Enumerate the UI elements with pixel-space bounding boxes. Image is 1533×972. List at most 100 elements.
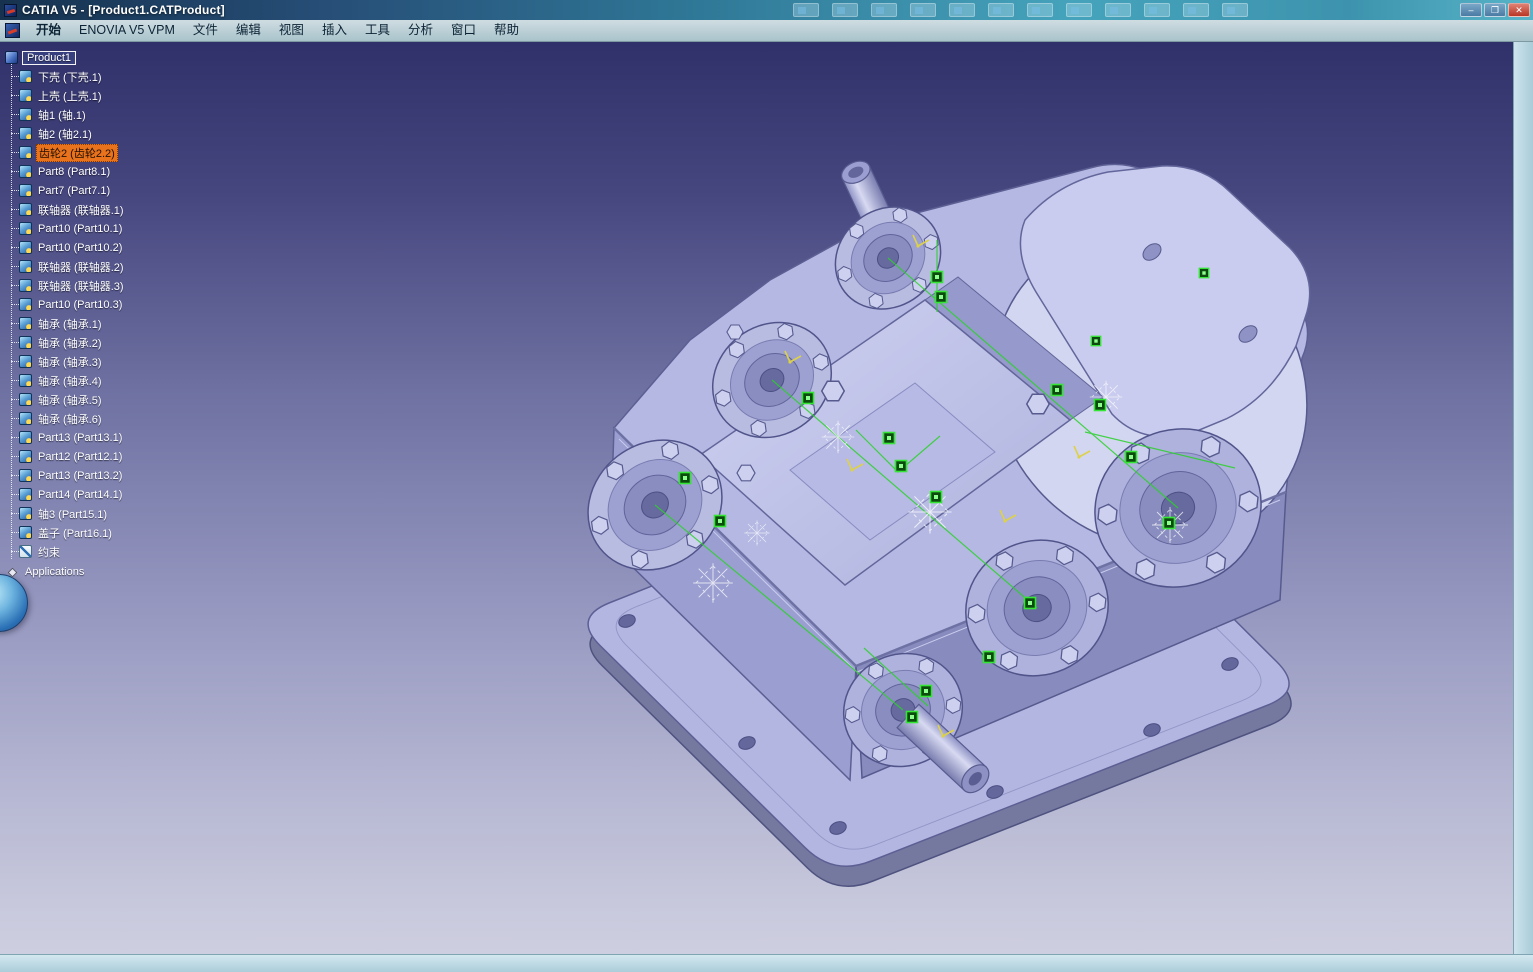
tree-item-4[interactable]: 齿轮2 (齿轮2.2) xyxy=(5,143,126,162)
part-icon xyxy=(19,393,32,406)
ghost-toolbar-icon xyxy=(988,3,1014,17)
ghost-toolbar-icon xyxy=(793,3,819,17)
tree-item-22[interactable]: Part14 (Part14.1) xyxy=(5,485,126,504)
ghost-toolbar-icon xyxy=(1144,3,1170,17)
menu-item-1[interactable]: ENOVIA V5 VPM xyxy=(70,20,184,42)
tree-item-label: 轴承 (轴承.5) xyxy=(36,392,104,408)
tree-item-label: 轴承 (轴承.2) xyxy=(36,335,104,351)
tree-item-13[interactable]: 轴承 (轴承.1) xyxy=(5,314,126,333)
menu-item-3[interactable]: 编辑 xyxy=(227,20,270,42)
tree-item-label: 上壳 (上壳.1) xyxy=(36,88,104,104)
part-icon xyxy=(19,260,32,273)
close-button[interactable]: ✕ xyxy=(1508,3,1530,17)
part-icon xyxy=(19,165,32,178)
tree-item-20[interactable]: Part12 (Part12.1) xyxy=(5,447,126,466)
tree-item-label: 轴承 (轴承.4) xyxy=(36,373,104,389)
tree-item-1[interactable]: 上壳 (上壳.1) xyxy=(5,86,126,105)
tree-item-16[interactable]: 轴承 (轴承.4) xyxy=(5,371,126,390)
tree-item-12[interactable]: Part10 (Part10.3) xyxy=(5,295,126,314)
tree-item-25[interactable]: 约束 xyxy=(5,542,126,561)
tree-item-9[interactable]: Part10 (Part10.2) xyxy=(5,238,126,257)
tree-item-10[interactable]: 联轴器 (联轴器.2) xyxy=(5,257,126,276)
ghost-toolbar-icon xyxy=(871,3,897,17)
part-icon xyxy=(19,203,32,216)
ghost-toolbar-icon xyxy=(1105,3,1131,17)
menu-item-5[interactable]: 插入 xyxy=(313,20,356,42)
tree-item-19[interactable]: Part13 (Part13.1) xyxy=(5,428,126,447)
part-icon xyxy=(19,108,32,121)
tree-item-label: Part10 (Part10.2) xyxy=(36,242,124,254)
catia-window: Product1 下壳 (下壳.1) 上壳 (上壳.1) 轴1 (轴.1)轴2 (轴… xyxy=(0,0,1533,972)
minimize-button[interactable]: – xyxy=(1460,3,1482,17)
part-icon xyxy=(19,431,32,444)
menu-item-0[interactable]: 开始 xyxy=(27,20,70,42)
part-icon xyxy=(19,298,32,311)
applications-icon xyxy=(8,567,18,577)
tree-root-product[interactable]: Product1 xyxy=(5,48,126,67)
toolbar-dock-bottom xyxy=(0,954,1533,972)
ghost-toolbar-icon xyxy=(949,3,975,17)
tree-item-label: 轴1 (轴.1) xyxy=(36,107,88,123)
tree-item-applications[interactable]: Applications xyxy=(5,563,126,581)
tree-item-14[interactable]: 轴承 (轴承.2) xyxy=(5,333,126,352)
menu-bar-items: 开始ENOVIA V5 VPM文件编辑视图插入工具分析窗口帮助 xyxy=(27,20,528,42)
tree-item-label: Part8 (Part8.1) xyxy=(36,166,112,178)
tree-item-7[interactable]: 联轴器 (联轴器.1) xyxy=(5,200,126,219)
tree-item-label: 轴3 (Part15.1) xyxy=(36,506,109,522)
menu-item-4[interactable]: 视图 xyxy=(270,20,313,42)
ghost-toolbar-icon xyxy=(1183,3,1209,17)
part-icon xyxy=(19,355,32,368)
tree-item-label: 联轴器 (联轴器.2) xyxy=(36,259,126,275)
constraints-icon xyxy=(19,545,32,558)
tree-item-18[interactable]: 轴承 (轴承.6) xyxy=(5,409,126,428)
ghost-toolbar-icon xyxy=(832,3,858,17)
tree-item-label: 盖子 (Part16.1) xyxy=(36,525,114,541)
title-bar[interactable]: CATIA V5 - [Product1.CATProduct] – ❐ ✕ xyxy=(0,0,1533,20)
menu-bar: 开始ENOVIA V5 VPM文件编辑视图插入工具分析窗口帮助 xyxy=(0,20,1533,42)
part-icon xyxy=(19,89,32,102)
tree-item-17[interactable]: 轴承 (轴承.5) xyxy=(5,390,126,409)
maximize-button[interactable]: ❐ xyxy=(1484,3,1506,17)
part-icon xyxy=(19,70,32,83)
tree-item-label: 联轴器 (联轴器.1) xyxy=(36,202,126,218)
tree-item-24[interactable]: 盖子 (Part16.1) xyxy=(5,523,126,542)
tree-item-label: 约束 xyxy=(36,544,62,560)
tree-item-5[interactable]: Part8 (Part8.1) xyxy=(5,162,126,181)
tree-item-label: 轴承 (轴承.1) xyxy=(36,316,104,332)
menu-item-8[interactable]: 窗口 xyxy=(442,20,485,42)
menu-item-2[interactable]: 文件 xyxy=(184,20,227,42)
part-icon xyxy=(19,450,32,463)
gearbox-assembly-model[interactable] xyxy=(0,0,1533,972)
tree-item-3[interactable]: 轴2 (轴2.1) xyxy=(5,124,126,143)
tree-item-label: Part12 (Part12.1) xyxy=(36,451,124,463)
part-icon xyxy=(19,526,32,539)
tree-item-23[interactable]: 轴3 (Part15.1) xyxy=(5,504,126,523)
tree-item-label: 齿轮2 (齿轮2.2) xyxy=(36,144,118,162)
part-icon xyxy=(19,488,32,501)
tree-item-15[interactable]: 轴承 (轴承.3) xyxy=(5,352,126,371)
window-controls: – ❐ ✕ xyxy=(1460,3,1530,17)
tree-item-21[interactable]: Part13 (Part13.2) xyxy=(5,466,126,485)
applications-label: Applications xyxy=(23,566,86,578)
tree-item-label: Part10 (Part10.1) xyxy=(36,223,124,235)
part-icon xyxy=(19,127,32,140)
tree-item-label: Part7 (Part7.1) xyxy=(36,185,112,197)
menu-item-7[interactable]: 分析 xyxy=(399,20,442,42)
tree-item-label: Part14 (Part14.1) xyxy=(36,489,124,501)
part-icon xyxy=(19,412,32,425)
catia-logo-icon xyxy=(5,23,20,38)
tree-item-0[interactable]: 下壳 (下壳.1) xyxy=(5,67,126,86)
tree-item-8[interactable]: Part10 (Part10.1) xyxy=(5,219,126,238)
tree-item-6[interactable]: Part7 (Part7.1) xyxy=(5,181,126,200)
menu-item-9[interactable]: 帮助 xyxy=(485,20,528,42)
part-icon xyxy=(19,146,32,159)
part-icon xyxy=(19,222,32,235)
part-icon xyxy=(19,317,32,330)
menu-item-6[interactable]: 工具 xyxy=(356,20,399,42)
tree-item-label: Part13 (Part13.2) xyxy=(36,470,124,482)
background-toolbar-icons xyxy=(793,3,1248,17)
tree-item-2[interactable]: 轴1 (轴.1) xyxy=(5,105,126,124)
tree-item-label: 联轴器 (联轴器.3) xyxy=(36,278,126,294)
part-icon xyxy=(19,279,32,292)
tree-item-11[interactable]: 联轴器 (联轴器.3) xyxy=(5,276,126,295)
